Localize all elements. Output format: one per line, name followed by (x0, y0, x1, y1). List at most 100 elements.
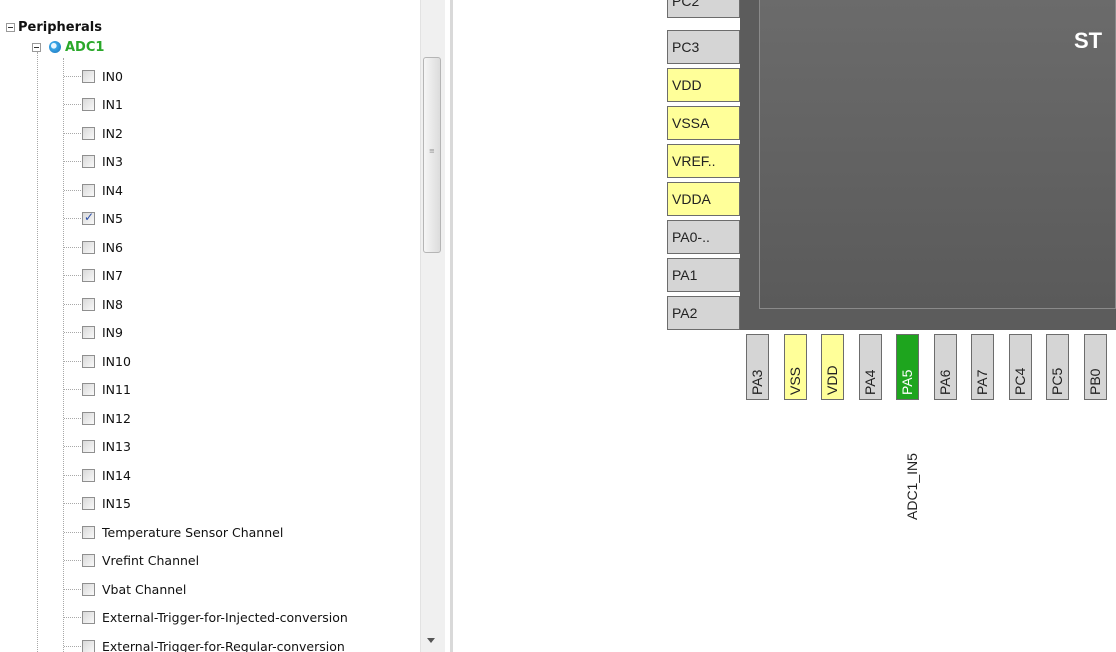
channel-label: External-Trigger-for-Regular-conversion (102, 638, 345, 652)
channel-item[interactable]: Temperature Sensor Channel (0, 518, 420, 547)
channel-checkbox[interactable] (82, 639, 95, 652)
channel-item[interactable]: Vbat Channel (0, 575, 420, 604)
channel-label: IN1 (102, 97, 123, 113)
mcu-chip-die (759, 0, 1116, 309)
channel-item[interactable]: IN8 (0, 290, 420, 319)
pin-bottom[interactable]: PB0 (1083, 334, 1107, 400)
channel-checkbox[interactable] (82, 98, 95, 112)
channel-label: IN11 (102, 382, 131, 398)
channel-checkbox[interactable] (82, 269, 95, 283)
pin-left[interactable]: PA1 (667, 258, 740, 292)
pin-signal-label: ADC1_IN5 (904, 453, 920, 520)
channel-item[interactable]: IN2 (0, 119, 420, 148)
channel-item[interactable]: IN6 (0, 233, 420, 262)
channel-label: Vbat Channel (102, 581, 187, 597)
pin-left[interactable]: PA0-.. (667, 220, 740, 254)
channel-checkbox[interactable] (82, 411, 95, 425)
channel-checkbox[interactable] (82, 525, 95, 539)
channel-checkbox[interactable] (82, 554, 95, 568)
tree-connector (64, 332, 81, 334)
channel-checkbox[interactable] (82, 440, 95, 454)
channel-checkbox[interactable] (82, 582, 95, 596)
channel-item[interactable]: External-Trigger-for-Injected-conversion (0, 604, 420, 633)
channel-checkbox[interactable] (82, 497, 95, 511)
channel-item[interactable]: IN12 (0, 404, 420, 433)
channel-item[interactable]: IN0 (0, 62, 420, 91)
channel-item[interactable]: IN14 (0, 461, 420, 490)
pin-bottom[interactable]: PA6 (933, 334, 957, 400)
tree-connector (64, 560, 81, 562)
pin-bottom[interactable]: VDD (821, 334, 844, 400)
pin-bottom[interactable]: PA5 (896, 334, 919, 400)
pin-left[interactable]: VDDA (667, 182, 740, 216)
tree-connector (64, 275, 81, 277)
pin-left[interactable]: PC2 (667, 0, 740, 18)
channel-label: Temperature Sensor Channel (102, 524, 284, 540)
tree-connector (64, 645, 81, 647)
peripherals-label: Peripherals (18, 19, 102, 35)
channel-checkbox[interactable] (82, 155, 95, 169)
tree-connector (64, 617, 81, 619)
peripherals-tree: Peripherals ADC1 IN0 IN1 IN2IN3 IN4 IN5 IN6 IN… (0, 0, 420, 652)
tree-node-peripherals[interactable]: Peripherals (6, 17, 102, 37)
channel-checkbox[interactable] (82, 240, 95, 254)
channel-checkbox[interactable] (82, 354, 95, 368)
collapse-icon[interactable] (32, 42, 41, 52)
channel-item[interactable]: Vrefint Channel (0, 547, 420, 576)
channel-label: External-Trigger-for-Injected-conversion (102, 610, 348, 626)
tree-connector (64, 503, 81, 505)
tree-connector (64, 132, 81, 134)
channel-item[interactable]: IN11 (0, 376, 420, 405)
tree-connector (64, 446, 81, 448)
pin-bottom[interactable]: PC4 (1008, 334, 1032, 400)
channel-item[interactable]: IN13 (0, 433, 420, 462)
pin-bottom[interactable]: PA4 (858, 334, 882, 400)
pin-left[interactable]: PA2 (667, 296, 740, 330)
pin-left[interactable]: VDD (667, 68, 740, 102)
channel-label: IN5 (102, 211, 123, 227)
channel-item[interactable]: IN15 (0, 490, 420, 519)
adc1-label: ADC1 (65, 39, 105, 55)
tree-connector (64, 303, 81, 305)
panel-splitter[interactable] (450, 0, 453, 652)
channel-item[interactable]: IN9 (0, 319, 420, 348)
channel-item[interactable]: IN10 (0, 347, 420, 376)
channel-item[interactable]: IN5 (0, 205, 420, 234)
channel-label: IN7 (102, 268, 123, 284)
channel-checkbox[interactable] (82, 383, 95, 397)
scrollbar-thumb[interactable]: ≡ (423, 57, 441, 253)
channel-checkbox[interactable] (82, 326, 95, 340)
channel-label: IN6 (102, 239, 123, 255)
tree-node-adc1[interactable]: ADC1 (32, 36, 104, 58)
grip-icon: ≡ (429, 147, 435, 155)
channel-checkbox[interactable] (82, 183, 95, 197)
channel-item[interactable]: IN4 (0, 176, 420, 205)
tree-connector (64, 531, 81, 533)
scroll-down-arrow-icon[interactable] (427, 638, 435, 643)
pin-left[interactable]: VSSA (667, 106, 740, 140)
channel-item[interactable]: IN1 (0, 91, 420, 120)
channel-checkbox[interactable] (82, 69, 95, 83)
peripheral-icon (49, 41, 61, 53)
pin-bottom[interactable]: VSS (783, 334, 807, 400)
collapse-icon[interactable] (6, 22, 15, 32)
pin-bottom[interactable]: PA3 (746, 334, 769, 400)
channel-checkbox[interactable] (82, 210, 95, 226)
pin-left[interactable]: VREF.. (667, 144, 740, 178)
channel-item[interactable]: External-Trigger-for-Regular-conversion (0, 632, 420, 652)
channel-item[interactable]: IN7 (0, 262, 420, 291)
channel-label: IN10 (102, 353, 131, 369)
channel-checkbox[interactable] (82, 611, 95, 625)
channel-item[interactable]: IN3 (0, 148, 420, 177)
pin-left[interactable]: PC3 (667, 30, 740, 64)
channel-checkbox[interactable] (82, 468, 95, 482)
chip-label: ST (1074, 28, 1103, 53)
channel-label: IN4 (102, 182, 123, 198)
pin-bottom[interactable]: PC5 (1046, 334, 1069, 400)
pin-bottom[interactable]: PA7 (971, 334, 994, 400)
tree-connector (64, 360, 81, 362)
tree-connector (64, 104, 81, 106)
channel-checkbox[interactable] (82, 297, 95, 311)
channel-checkbox[interactable] (82, 126, 95, 140)
vertical-scrollbar[interactable]: ≡ (420, 0, 445, 652)
